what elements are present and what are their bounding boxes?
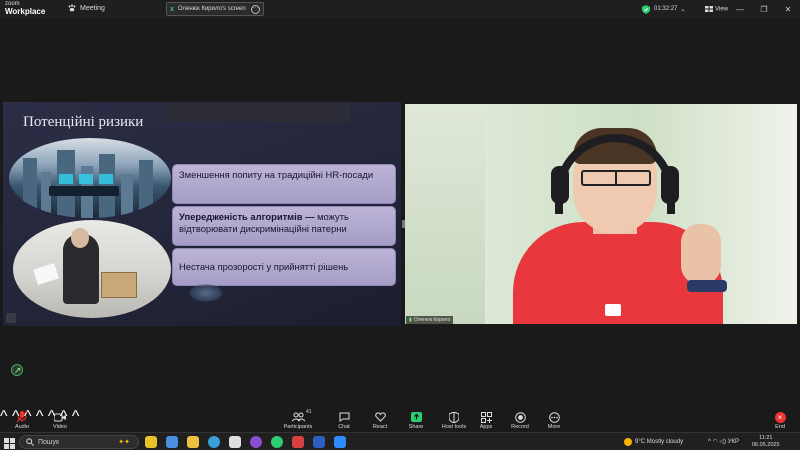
decorative-orb	[189, 284, 223, 302]
clock-date: 06.05.2025	[752, 442, 780, 448]
tray-chevron-icon[interactable]: ^	[708, 439, 711, 445]
search-placeholder: Пошук	[38, 438, 60, 446]
share-x-icon: x	[170, 5, 174, 13]
chat-button[interactable]: Chat	[324, 410, 364, 430]
weather-widget[interactable]: 9°C Mostly cloudy	[624, 438, 683, 446]
audio-label: Audio	[14, 424, 30, 430]
brand-bottom: Workplace	[5, 7, 46, 16]
video-label: Video	[53, 424, 67, 430]
record-label: Record	[511, 424, 529, 430]
chat-icon	[339, 412, 349, 422]
slide-title-overlay	[165, 102, 350, 122]
weather-temp: 9°C	[635, 439, 646, 445]
record-icon	[514, 411, 526, 423]
participants-button[interactable]: Participants	[278, 410, 318, 430]
app-icon-5[interactable]	[229, 436, 241, 448]
signal-bars-icon: ▮	[409, 317, 412, 323]
host-tools-label: Host tools	[441, 424, 467, 430]
more-icon	[548, 411, 560, 423]
participant-name: Оленюк Кирило	[413, 317, 451, 323]
share-options-icon[interactable]: ···	[251, 5, 260, 14]
view-button[interactable]: View	[705, 5, 728, 13]
speaker-icon[interactable]: ◁)	[719, 438, 726, 445]
file-explorer-icon[interactable]	[187, 436, 199, 448]
end-x-icon: ×	[774, 411, 786, 423]
more-label: More	[547, 424, 561, 430]
windows-taskbar: Пошук ✦✦ 9°C Mostly cloudy ^ ◠ ◁) УКР 11…	[0, 432, 800, 450]
sparkle-icon: ✦✦	[118, 439, 130, 446]
share-button[interactable]: Share	[396, 410, 436, 430]
wifi-icon[interactable]: ◠	[713, 438, 718, 445]
share-label-tb: Share	[408, 424, 424, 430]
audio-button[interactable]: Audio	[2, 410, 42, 430]
video-button[interactable]: Video	[40, 410, 80, 430]
view-grid-icon	[705, 5, 714, 12]
more-button[interactable]: More	[534, 410, 574, 430]
input-language[interactable]: УКР	[728, 439, 739, 445]
risk-bubble-2: Упередженість алгоритмів — можуть відтво…	[172, 206, 396, 246]
shield-icon	[642, 4, 651, 14]
share-label: Оленюк Кирило's screen	[177, 6, 246, 12]
chrome-icon[interactable]	[145, 436, 157, 448]
search-icon	[26, 438, 34, 446]
risk-bubble-3: Нестача прозорості у прийнятті рішень	[172, 248, 396, 286]
stressed-worker-image	[13, 220, 171, 318]
participant-video	[405, 104, 797, 324]
restore-icon[interactable]: ❐	[752, 5, 776, 14]
risk-bubble-1: Зменшення попиту на традиційні HR-посади	[172, 164, 396, 204]
weather-desc: Mostly cloudy	[646, 439, 684, 445]
word-icon[interactable]	[313, 436, 325, 448]
minimize-icon[interactable]: —	[728, 5, 752, 14]
windows-start-icon[interactable]	[4, 436, 15, 450]
apps-icon	[480, 411, 492, 423]
close-icon[interactable]: ✕	[776, 5, 800, 14]
system-tray: ^ ◠ ◁) УКР	[708, 438, 739, 446]
meeting-timer: 01:32:27	[654, 6, 678, 12]
heart-icon	[374, 412, 386, 422]
host-shield-icon	[449, 411, 459, 423]
chat-label: Chat	[338, 424, 350, 430]
participants-icon	[291, 412, 305, 422]
slide-corner-icon	[6, 313, 16, 323]
taskbar-clock[interactable]: 11:21 06.05.2025	[752, 435, 780, 449]
view-label: View	[715, 6, 728, 13]
react-label: React	[372, 424, 388, 430]
app-icon-8[interactable]	[292, 436, 304, 448]
meeting-tab[interactable]: Meeting	[68, 4, 105, 12]
end-button[interactable]: × End	[760, 410, 800, 430]
shared-slide: Потенційні ризики Зменшення попиту на тр…	[3, 102, 401, 326]
meeting-label: Meeting	[80, 4, 105, 12]
mic-muted-icon	[17, 411, 27, 423]
zoom-taskbar-icon[interactable]	[334, 436, 346, 448]
weather-sun-icon	[624, 438, 632, 446]
timer-caret-icon[interactable]: ⌄	[680, 6, 685, 13]
zoom-logo: zoom Workplace	[5, 1, 46, 16]
video-camera-icon	[54, 413, 66, 421]
participants-count: 41	[306, 409, 312, 415]
viber-icon[interactable]	[250, 436, 262, 448]
risk-bubble-2-bold: Упередженість алгоритмів —	[179, 211, 315, 222]
participant-name-tag: ▮ Оленюк Кирило	[406, 316, 454, 324]
participants-label: Participants	[283, 424, 313, 430]
top-right-controls: 01:32:27 ⌄ View — ❐ ✕	[642, 0, 800, 18]
taskbar-search[interactable]: Пошук ✦✦	[19, 435, 139, 449]
apps-label: Apps	[479, 424, 493, 430]
app-icon-2[interactable]	[166, 436, 178, 448]
floating-mini-icon[interactable]	[11, 364, 23, 376]
slide-title: Потенційні ризики	[23, 114, 144, 130]
pin-icon	[14, 367, 20, 373]
title-bar: zoom Workplace Meeting x Оленюк Кирило's…	[0, 0, 800, 18]
meeting-toolbar: Audio ^ Video ^ Participants 41 ^ Chat ^…	[0, 408, 800, 432]
end-label: End	[775, 424, 785, 430]
city-tech-image	[9, 138, 171, 218]
clock-time: 11:21	[759, 435, 773, 441]
whatsapp-icon[interactable]	[271, 436, 283, 448]
react-button[interactable]: React	[360, 410, 400, 430]
screen-share-indicator[interactable]: x Оленюк Кирило's screen ···	[166, 2, 264, 16]
edge-icon[interactable]	[208, 436, 220, 448]
share-screen-icon	[410, 412, 422, 422]
paw-icon	[68, 4, 76, 12]
